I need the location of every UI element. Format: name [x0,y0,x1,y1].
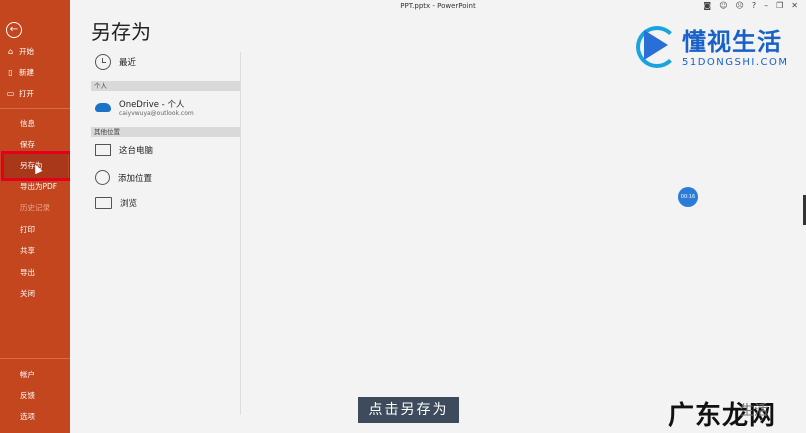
section-other: 其他位置 [91,127,240,137]
nav-close-label: 关闭 [20,289,35,298]
sidebar-divider [0,358,70,359]
nav-new[interactable]: ▯ 新建 [6,67,34,78]
window-title: PPT.pptx - PowerPoint [400,2,476,10]
clock-icon [95,54,111,70]
location-browse[interactable]: 浏览 [95,197,137,209]
video-timestamp-badge: 00:16 [678,187,698,207]
nav-options-label: 选项 [20,412,35,421]
nav-export-pdf[interactable]: 导出为PDF [20,181,57,192]
nav-export[interactable]: 导出 [20,267,35,278]
nav-home-label: 开始 [19,47,34,56]
nav-close[interactable]: 关闭 [20,288,35,299]
nav-feedback-label: 反馈 [20,391,35,400]
watermark-domain: 51DONGSHI.COM [682,57,789,68]
nav-open-label: 打开 [19,89,34,98]
nav-save[interactable]: 保存 [20,139,35,150]
watermark-51dongshi: 懂视生活 51DONGSHI.COM [634,22,789,68]
nav-share-label: 共享 [20,246,35,255]
new-doc-icon: ▯ [8,68,13,77]
frown-icon[interactable]: ☹ [736,1,744,10]
nav-share[interactable]: 共享 [20,245,35,256]
location-list: 最近 个人 OneDrive - 个人 caiyvwuya@outlook.co… [70,52,241,415]
window-controls: ◙ ☺ ☹ ? – ❐ ✕ [703,1,798,10]
home-icon: ⌂ [7,47,14,56]
nav-save-label: 保存 [20,140,35,149]
help-icon[interactable]: ? [752,1,756,10]
location-this-pc[interactable]: 这台电脑 [95,144,153,156]
location-this-pc-label: 这台电脑 [119,146,154,156]
watermark-guangdong-sub: 生活 [740,403,768,419]
location-recent-label: 最近 [119,58,137,68]
account-avatar-icon[interactable]: ◙ [703,1,711,10]
computer-icon [95,144,111,156]
onedrive-cloud-icon [95,103,111,112]
location-onedrive[interactable]: OneDrive - 个人 caiyvwuya@outlook.com [95,98,194,117]
nav-export-label: 导出 [20,268,35,277]
nav-export-pdf-label: 导出为PDF [20,182,58,191]
onedrive-name: OneDrive - 个人 [119,100,185,110]
play-logo-icon [634,24,678,68]
minimize-icon[interactable]: – [764,1,768,10]
nav-open[interactable]: ▭ 打开 [6,88,34,99]
back-arrow-icon[interactable]: ← [6,22,22,38]
nav-account[interactable]: 帐户 [20,369,35,380]
nav-history: 历史记录 [20,202,50,213]
backstage-sidebar: ← ⌂ 开始 ▯ 新建 ▭ 打开 信息 保存 另存为 导出为PDF 历史记录 打… [0,0,72,433]
nav-print[interactable]: 打印 [20,224,35,235]
title-bar: PPT.pptx - PowerPoint ◙ ☺ ☹ ? – ❐ ✕ [70,0,806,14]
sidebar-divider [0,108,70,109]
page-title: 另存为 [91,20,151,44]
video-caption: 点击另存为 [358,397,459,423]
nav-new-label: 新建 [19,68,34,77]
restore-icon[interactable]: ❐ [776,1,783,10]
location-add-place-label: 添加位置 [118,173,153,184]
globe-add-icon [95,170,110,185]
section-personal: 个人 [91,81,240,91]
nav-info-label: 信息 [20,119,35,128]
nav-print-label: 打印 [20,225,35,234]
nav-info[interactable]: 信息 [20,118,35,129]
smiley-icon[interactable]: ☺ [719,1,727,10]
nav-feedback[interactable]: 反馈 [20,390,35,401]
location-add-place[interactable]: 添加位置 [95,170,152,185]
location-recent[interactable]: 最近 [95,54,136,70]
onedrive-email: caiyvwuya@outlook.com [119,110,194,117]
location-browse-label: 浏览 [120,199,138,209]
nav-history-label: 历史记录 [20,203,50,212]
close-icon[interactable]: ✕ [791,1,798,10]
nav-account-label: 帐户 [20,370,35,379]
watermark-brand: 懂视生活 [682,28,782,56]
folder-icon [95,197,112,209]
nav-options[interactable]: 选项 [20,411,35,422]
nav-home[interactable]: ⌂ 开始 [6,46,34,57]
folder-open-icon: ▭ [6,89,15,98]
